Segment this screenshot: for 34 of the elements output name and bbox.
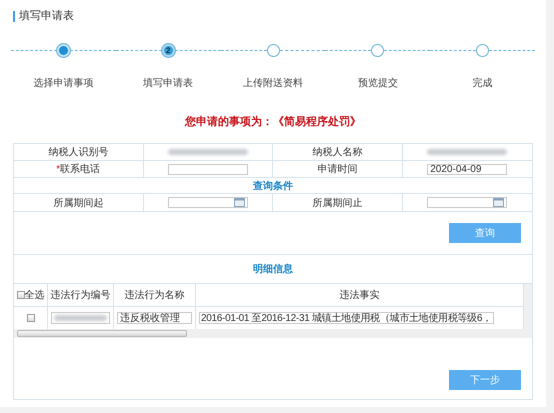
step-label: 上传附送资料 (242, 76, 303, 90)
notice-text: 您申请的事项为：《简易程序处罚》 (185, 114, 361, 129)
column-header: 违法事实 (340, 288, 380, 302)
select-all-checkbox[interactable] (16, 291, 24, 299)
checkbox-label: 全选 (24, 288, 44, 302)
calendar-icon[interactable] (234, 198, 245, 207)
calendar-icon[interactable] (493, 198, 504, 207)
fact-input[interactable]: 2016-01-01 至2016-12-31 城镇土地使用税（城市土地使用税等级6， (199, 312, 494, 324)
step-circle: 2 (162, 44, 175, 57)
column-header: 违法行为名称 (124, 288, 184, 302)
date-picker-field[interactable] (168, 197, 248, 208)
redacted-text (54, 315, 107, 321)
field-label: 所属期间止 (312, 196, 362, 210)
name-input[interactable]: 违反税收管理 (117, 312, 192, 324)
field-label: 纳税人识别号 (48, 146, 108, 159)
date-picker-field[interactable] (427, 197, 508, 208)
step-label: 完成 (472, 76, 493, 90)
step-label: 填写申请表 (143, 76, 194, 90)
step-label: 预览提交 (358, 76, 398, 90)
code-input[interactable] (51, 312, 110, 324)
date-input[interactable]: 2020-04-09 (427, 164, 508, 174)
field-label: 所属期间起 (53, 196, 104, 210)
section-heading: 查询条件 (253, 180, 293, 192)
vertical-scrollbar[interactable] (524, 283, 532, 329)
section-heading: 明细信息 (253, 262, 293, 276)
field-label: 申请时间 (317, 162, 358, 176)
field-label: *联系电话 (56, 162, 100, 176)
field-label: 纳税人名称 (312, 146, 362, 159)
row-checkbox[interactable] (26, 314, 34, 322)
section-title: 填写申请表 (13, 11, 74, 22)
phone-input[interactable] (168, 164, 248, 174)
step-label: 选择申请事项 (33, 76, 94, 90)
horizontal-scrollbar[interactable] (14, 329, 532, 338)
column-header: 违法行为编号 (50, 288, 110, 302)
